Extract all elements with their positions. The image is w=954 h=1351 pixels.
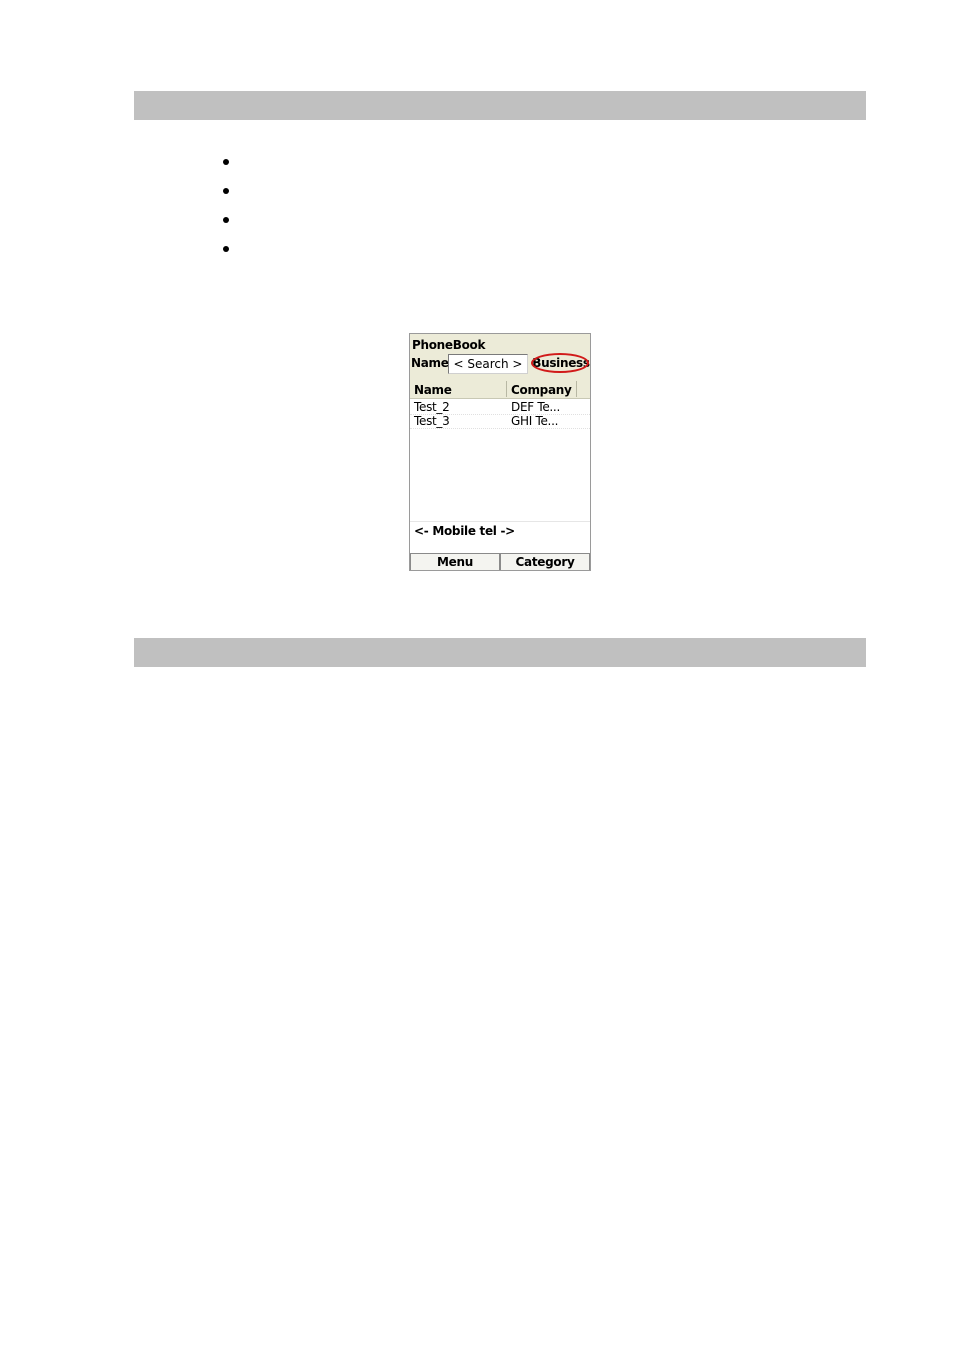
app-title: PhoneBook (412, 338, 486, 352)
section-heading-bar (134, 91, 866, 120)
highlight-circle (531, 353, 589, 373)
cell-company: GHI Te... (511, 414, 559, 428)
table-row[interactable]: Test_2 DEF Te... (410, 400, 590, 415)
table-row[interactable]: Test_3 GHI Te... (410, 414, 590, 429)
phonebook-screenshot: PhoneBook Name < Search > Business Name … (409, 333, 591, 571)
cell-name: Test_3 (414, 414, 450, 428)
softkey-bar: Menu Category (410, 553, 590, 570)
contact-table-header: Name Company (410, 380, 590, 399)
section-heading-bar (134, 638, 866, 667)
search-input[interactable]: < Search > (448, 354, 528, 374)
bullet-dot-icon (223, 159, 229, 165)
cell-name: Test_2 (414, 400, 450, 414)
column-header-name[interactable]: Name (414, 383, 452, 397)
column-header-company[interactable]: Company (511, 383, 572, 397)
column-divider (576, 381, 577, 397)
menu-button[interactable]: Menu (410, 553, 500, 570)
detail-divider (410, 521, 590, 522)
bullet-dot-icon (223, 217, 229, 223)
detail-field-selector[interactable]: <- Mobile tel -> (414, 524, 515, 538)
filter-label: Name (411, 356, 449, 370)
category-button[interactable]: Category (500, 553, 590, 570)
cell-company: DEF Te... (511, 400, 560, 414)
phonebook-header: PhoneBook Name < Search > Business (410, 334, 590, 380)
bullet-dot-icon (223, 188, 229, 194)
column-divider (506, 381, 507, 397)
bullet-dot-icon (223, 246, 229, 252)
